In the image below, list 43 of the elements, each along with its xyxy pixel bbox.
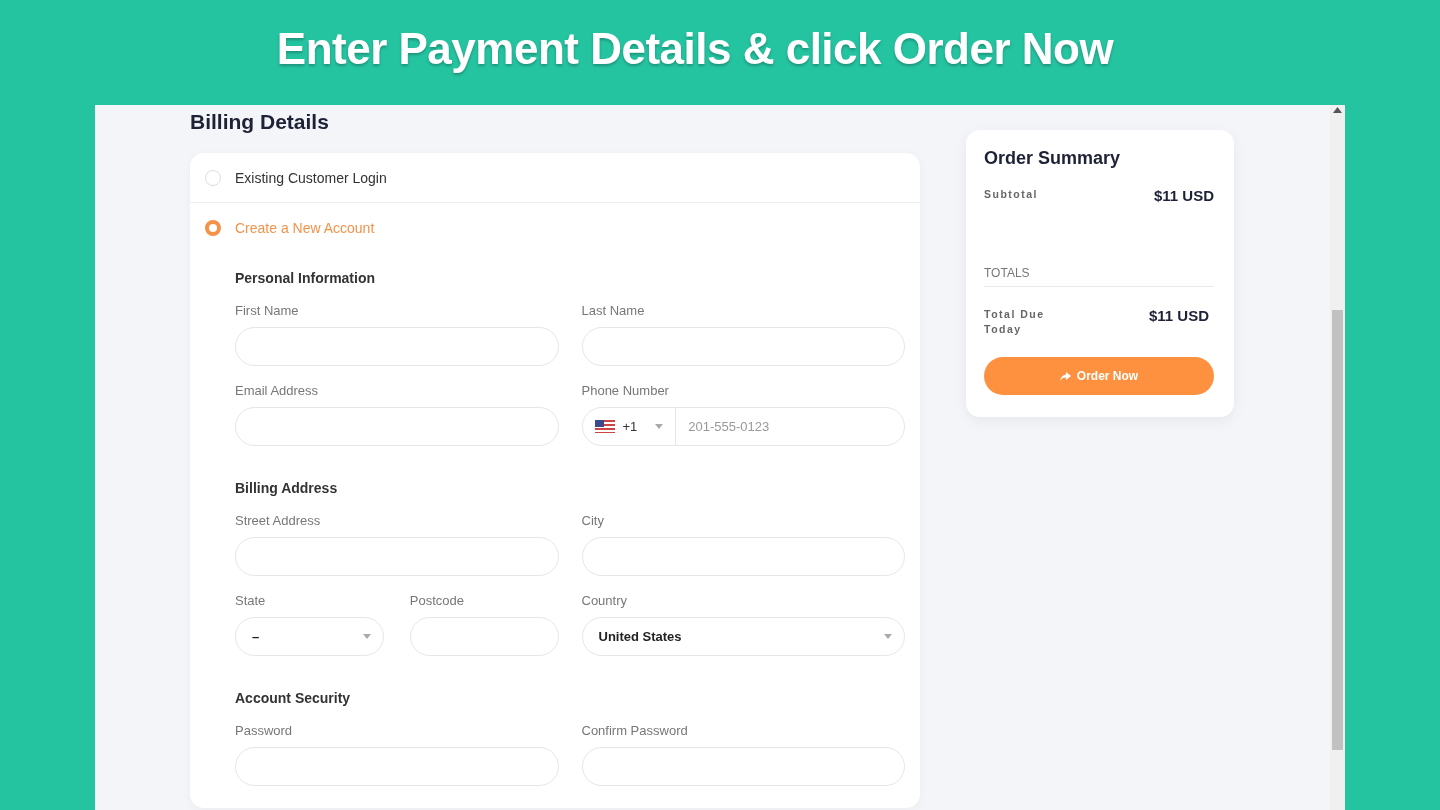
- text-field[interactable]: [409, 617, 559, 656]
- text-field[interactable]: [235, 407, 559, 446]
- text-field[interactable]: [581, 327, 905, 366]
- option-label[interactable]: Existing Customer Login: [235, 169, 387, 186]
- totals-heading: TOTALS: [984, 266, 1214, 287]
- caret-icon: [884, 634, 892, 639]
- flag-icon: [594, 420, 615, 433]
- scroll-up-icon[interactable]: [1333, 107, 1342, 113]
- field-label: Postcode: [409, 593, 465, 608]
- text-field[interactable]: [235, 537, 559, 576]
- caret-icon: [655, 424, 664, 429]
- subtotal-label: Subtotal: [984, 187, 1039, 202]
- field-label: Street Address: [235, 513, 322, 528]
- dropdown[interactable]: –: [235, 617, 384, 656]
- section-heading: Account Security: [235, 689, 352, 708]
- country-code[interactable]: +1: [622, 419, 638, 434]
- dropdown[interactable]: United States: [581, 617, 905, 656]
- text-field[interactable]: [581, 537, 905, 576]
- radio-button[interactable]: [205, 219, 221, 236]
- phone-field[interactable]: +1 201-555-0123: [581, 407, 905, 446]
- field-label: First Name: [235, 303, 300, 318]
- text-field[interactable]: [235, 327, 559, 366]
- field-label: Phone Number: [581, 383, 670, 398]
- share-arrow-icon: [1059, 371, 1071, 381]
- caret-icon: [362, 634, 371, 639]
- field-label: Confirm Password: [581, 723, 689, 738]
- text-field[interactable]: [235, 747, 559, 786]
- scrollbar[interactable]: [1330, 105, 1345, 810]
- field-label: City: [581, 513, 605, 528]
- summary-title: Order Summary: [984, 148, 1122, 169]
- subtotal-value: $11 USD: [1153, 187, 1214, 204]
- text-field[interactable]: [581, 747, 905, 786]
- total-value: $11 USD: [1148, 307, 1209, 324]
- field-label: Last Name: [581, 303, 646, 318]
- banner-title: Enter Payment Details & click Order Now: [276, 24, 1114, 74]
- billing-title: Billing Details: [190, 109, 330, 135]
- total-label: Total Due Today: [984, 307, 1046, 337]
- field-label: State: [235, 593, 267, 608]
- section-heading: Personal Information: [235, 269, 377, 288]
- field-label: Country: [581, 593, 629, 608]
- field-label: Email Address: [235, 383, 320, 398]
- section-heading: Billing Address: [235, 479, 339, 498]
- field-label: Password: [235, 723, 294, 738]
